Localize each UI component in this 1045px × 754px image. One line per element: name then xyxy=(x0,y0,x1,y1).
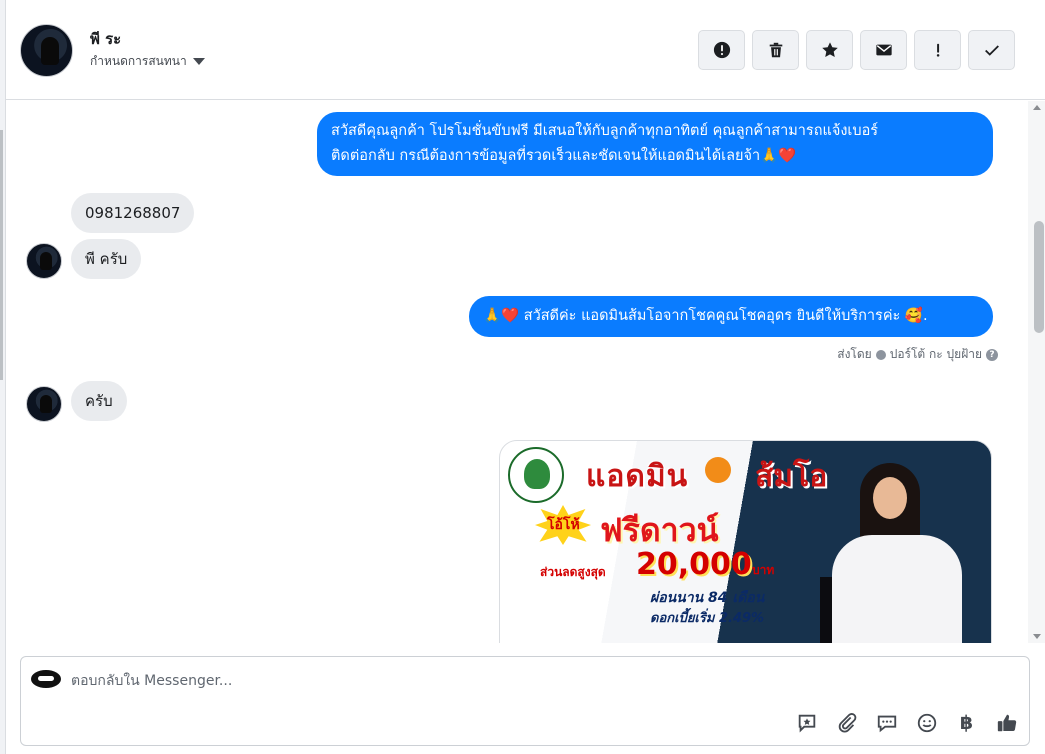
left-scroll-strip xyxy=(0,130,3,380)
report-button[interactable] xyxy=(698,30,745,70)
message-outgoing[interactable]: 🙏❤️ สวัสดีค่ะ แอดมินส้มโอจากโชคคูณโชคอุด… xyxy=(469,296,993,337)
message-text: ครับ xyxy=(85,392,113,410)
trash-icon xyxy=(769,42,782,58)
message-incoming[interactable]: 0981268807 xyxy=(71,193,195,233)
baht-icon: ฿ xyxy=(959,711,974,734)
scroll-down-icon[interactable] xyxy=(1033,634,1041,639)
burst-badge: โอ้โห้ xyxy=(535,505,591,545)
header-actions xyxy=(698,30,1015,70)
promo-headline-right: ส้มโอ xyxy=(755,459,828,494)
scrollbar-thumb[interactable] xyxy=(1034,221,1044,333)
delete-button[interactable] xyxy=(752,30,799,70)
promo-image-attachment[interactable]: แอดมิน ส้มโอ โอ้โห้ ฟรีดาวน์ ส่วนลดสูงสุ… xyxy=(499,440,992,643)
check-icon xyxy=(984,45,999,56)
page-logo xyxy=(31,670,61,688)
star-icon xyxy=(821,42,838,58)
person-face xyxy=(873,477,907,519)
promo-installment: ผ่อนนาน 84 เดือน xyxy=(650,590,765,606)
scroll-up-icon[interactable] xyxy=(1033,105,1041,110)
chat-bubble-icon xyxy=(877,715,896,732)
help-icon[interactable]: ? xyxy=(986,348,998,361)
dealer-seal-logo xyxy=(508,447,564,503)
sent-by-name[interactable]: ปอร์โต้ กะ ปุยฝ้าย xyxy=(890,345,982,364)
orange-icon xyxy=(705,457,731,483)
thread-scrollbar[interactable] xyxy=(1028,101,1045,643)
sent-by-line: ส่งโดย ปอร์โต้ กะ ปุยฝ้าย ? xyxy=(837,345,998,364)
contact-avatar[interactable] xyxy=(20,24,73,77)
done-button[interactable] xyxy=(968,30,1015,70)
burst-label: โอ้โห้ xyxy=(547,517,580,533)
caret-down-icon xyxy=(192,58,205,65)
message-text: ติดต่อกลับ กรณีต้องการข้อมูลที่รวดเร็วแล… xyxy=(331,148,797,164)
spam-button[interactable] xyxy=(914,30,961,70)
message-incoming[interactable]: ครับ xyxy=(71,381,127,421)
sender-avatar-icon xyxy=(875,349,886,360)
envelope-icon xyxy=(875,44,892,56)
like-button[interactable] xyxy=(994,710,1019,735)
message-thread[interactable]: สวัสดีคุณลูกค้า โปรโมชั่นขับฟรี มีเสนอให… xyxy=(6,101,1028,643)
saved-reply-icon xyxy=(798,714,815,733)
contact-avatar-small[interactable] xyxy=(26,386,62,422)
promo-discount-amount: 20,000 xyxy=(636,547,752,582)
conversation-panel: พี ระ กำหนดการสนทนา สวัสดีคุณลูกค้า โปรโ… xyxy=(5,0,1045,754)
promo-interest: ดอกเบี้ยเริ่ม 2.49% xyxy=(650,611,765,626)
message-text: 🙏❤️ สวัสดีค่ะ แอดมินส้มโอจากโชคคูณโชคอุด… xyxy=(483,308,928,324)
assign-label: กำหนดการสนทนา xyxy=(90,54,187,68)
promo-person-figure xyxy=(820,457,970,643)
quick-reply-button[interactable] xyxy=(874,710,899,735)
conversation-header: พี ระ กำหนดการสนทนา xyxy=(6,0,1045,100)
contact-avatar-small[interactable] xyxy=(26,243,62,279)
message-text: 0981268807 xyxy=(85,204,181,222)
promo-headline-left: แอดมิน xyxy=(586,459,689,494)
mark-unread-button[interactable] xyxy=(860,30,907,70)
saved-reply-button[interactable] xyxy=(794,710,819,735)
message-text: พี ครับ xyxy=(85,250,128,268)
contact-name[interactable]: พี ระ xyxy=(90,27,121,51)
person-shirt xyxy=(832,535,962,643)
assign-conversation-dropdown[interactable]: กำหนดการสนทนา xyxy=(90,52,205,71)
reply-input[interactable] xyxy=(71,669,771,693)
composer-tools: ฿ xyxy=(794,710,1019,735)
message-outgoing[interactable]: สวัสดีคุณลูกค้า โปรโมชั่นขับฟรี มีเสนอให… xyxy=(317,112,993,176)
emoji-button[interactable] xyxy=(914,710,939,735)
sent-by-prefix: ส่งโดย xyxy=(837,347,872,361)
message-incoming[interactable]: พี ครับ xyxy=(71,239,142,279)
star-button[interactable] xyxy=(806,30,853,70)
reply-composer: ฿ xyxy=(20,656,1030,746)
thumbs-up-icon xyxy=(997,714,1016,731)
promo-discount-label: ส่วนลดสูงสุด xyxy=(540,565,606,579)
attach-button[interactable] xyxy=(834,710,859,735)
attachment-icon xyxy=(838,712,856,733)
exclamation-icon xyxy=(936,43,939,57)
payment-button[interactable]: ฿ xyxy=(954,710,979,735)
message-text: สวัสดีคุณลูกค้า โปรโมชั่นขับฟรี มีเสนอให… xyxy=(331,123,879,139)
emoji-icon xyxy=(917,713,936,732)
report-icon xyxy=(713,41,730,59)
promo-discount-unit: บาท xyxy=(752,563,775,577)
